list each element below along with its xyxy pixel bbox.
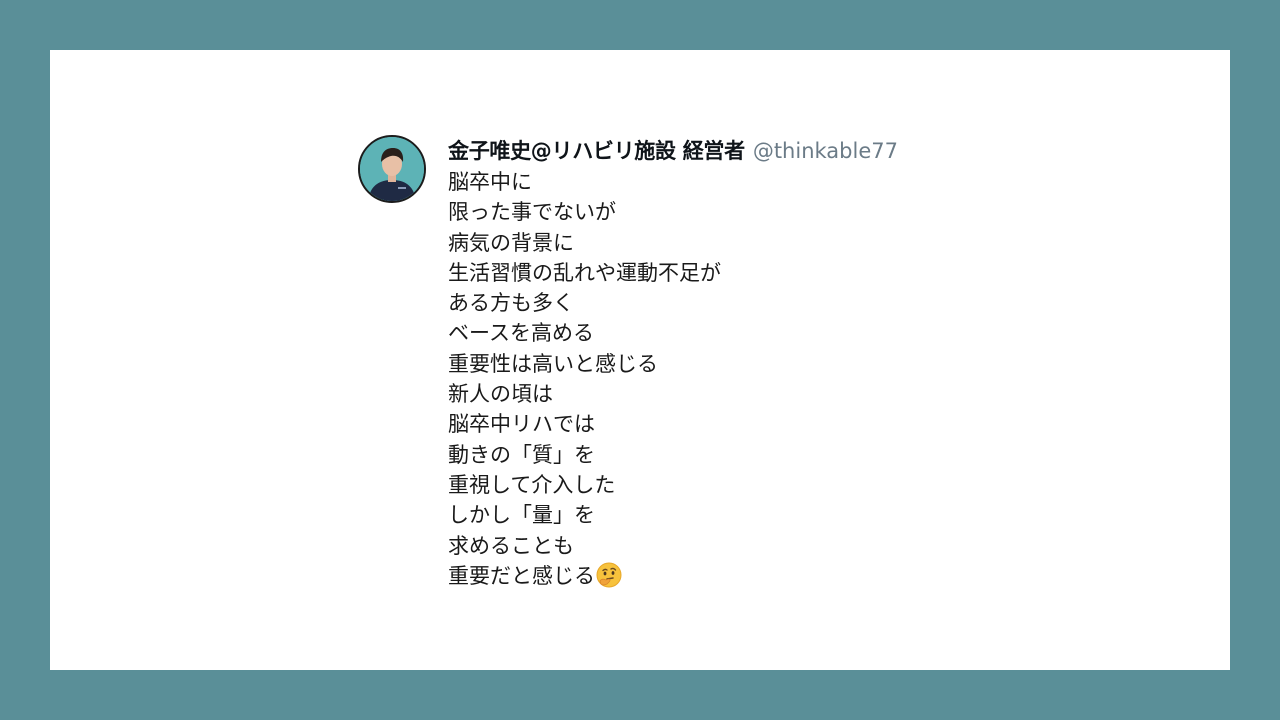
tweet-card: 金子唯史@リハビリ施設 経営者 @thinkable77 脳卒中に 限った事でな… xyxy=(50,50,1230,670)
tweet-line: 生活習慣の乱れや運動不足が xyxy=(448,260,721,285)
tweet-line: しかし「量」を xyxy=(448,503,595,528)
thinking-face-icon xyxy=(596,562,622,596)
tweet-line: 動きの「質」を xyxy=(448,442,595,467)
tweet-line: ある方も多く xyxy=(448,291,574,316)
display-name[interactable]: 金子唯史@リハビリ施設 経営者 xyxy=(448,135,745,165)
tweet-line: 重視して介入した xyxy=(448,472,616,497)
tweet-line: 重要性は高いと感じる xyxy=(448,351,658,376)
user-handle[interactable]: @thinkable77 xyxy=(753,139,898,163)
tweet: 金子唯史@リハビリ施設 経営者 @thinkable77 脳卒中に 限った事でな… xyxy=(358,135,978,615)
tweet-line: 求めることも xyxy=(448,533,574,558)
tweet-content: 金子唯史@リハビリ施設 経営者 @thinkable77 脳卒中に 限った事でな… xyxy=(448,135,968,591)
tweet-line: 新人の頃は xyxy=(448,382,553,407)
tweet-header: 金子唯史@リハビリ施設 経営者 @thinkable77 xyxy=(448,135,968,165)
tweet-line-text: 重要だと感じる xyxy=(448,563,595,588)
tweet-text: 脳卒中に 限った事でないが 病気の背景に 生活習慣の乱れや運動不足が ある方も多… xyxy=(448,167,968,591)
tweet-line-last: 重要だと感じる xyxy=(448,561,968,591)
avatar-portrait-icon xyxy=(360,137,424,201)
tweet-line: 脳卒中リハでは xyxy=(448,412,595,437)
tweet-line: 病気の背景に xyxy=(448,230,574,255)
tweet-line: 脳卒中に xyxy=(448,170,532,194)
avatar[interactable] xyxy=(358,135,426,203)
tweet-line: ベースを高める xyxy=(448,321,594,346)
tweet-line: 限った事でないが xyxy=(448,200,616,225)
